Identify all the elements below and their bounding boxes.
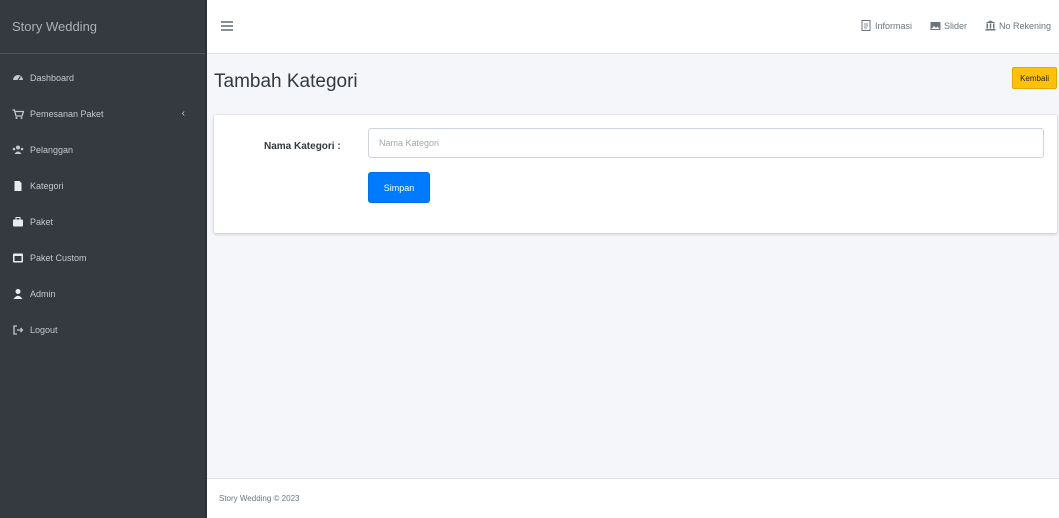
page-title: Tambah Kategori	[214, 71, 358, 92]
form-card: Nama Kategori : Simpan	[214, 115, 1057, 233]
nav-link-informasi[interactable]: Informasi	[861, 20, 912, 31]
sidebar-item-label: Admin	[30, 289, 56, 299]
sidebar-item-kategori[interactable]: Kategori	[0, 172, 205, 200]
chevron-left-icon: ‹	[181, 108, 185, 119]
hamburger-menu-icon[interactable]	[221, 21, 233, 31]
back-button[interactable]: Kembali	[1012, 67, 1057, 89]
bank-icon	[985, 20, 996, 31]
navbar-links: Informasi Slider No Rekening	[861, 20, 1051, 31]
file-icon	[12, 180, 24, 192]
user-icon	[12, 288, 24, 300]
image-icon	[930, 20, 941, 31]
sidebar-item-label: Kategori	[30, 181, 64, 191]
tachometer-icon	[12, 72, 24, 84]
sidebar-item-label: Paket	[30, 217, 54, 227]
sign-out-icon	[12, 324, 24, 336]
sidebar-item-dashboard[interactable]: Dashboard	[0, 64, 205, 92]
sidebar-menu: Dashboard Pemesanan Paket ‹ Pelanggan Ka…	[0, 54, 205, 344]
brand-title: Story Wedding	[12, 19, 98, 34]
nav-link-label: No Rekening	[998, 20, 1051, 31]
sidebar-item-pelanggan[interactable]: Pelanggan	[0, 136, 205, 164]
sidebar-item-pemesanan-paket[interactable]: Pemesanan Paket ‹	[0, 100, 205, 128]
content-header: Tambah Kategori Kembali	[207, 54, 1059, 108]
footer-text: Story Wedding © 2023	[219, 494, 300, 503]
sidebar-item-admin[interactable]: Admin	[0, 280, 205, 308]
nav-link-slider[interactable]: Slider	[930, 20, 967, 31]
sidebar-item-label: Dashboard	[30, 73, 75, 83]
sidebar-item-label: Logout	[30, 325, 58, 335]
nav-link-no-rekening[interactable]: No Rekening	[985, 20, 1051, 31]
sidebar-item-paket[interactable]: Paket	[0, 208, 205, 236]
brand-logo[interactable]: Story Wedding	[0, 0, 205, 54]
nama-kategori-input[interactable]	[368, 128, 1044, 158]
nav-link-label: Slider	[943, 20, 967, 31]
sidebar-item-label: Paket Custom	[30, 253, 87, 263]
sidebar-item-paket-custom[interactable]: Paket Custom	[0, 244, 205, 272]
briefcase-icon	[12, 216, 24, 228]
document-icon	[861, 20, 872, 31]
sidebar-item-label: Pemesanan Paket	[30, 109, 104, 119]
cart-icon	[12, 108, 24, 120]
sidebar-item-label: Pelanggan	[30, 145, 74, 155]
top-navbar: Informasi Slider No Rekening	[207, 0, 1059, 54]
users-icon	[12, 144, 24, 156]
nav-link-label: Informasi	[874, 20, 912, 31]
sidebar-item-logout[interactable]: Logout	[0, 316, 205, 344]
sidebar: Story Wedding Dashboard Pemesanan Paket …	[0, 0, 207, 518]
footer: Story Wedding © 2023	[207, 478, 1059, 518]
save-button[interactable]: Simpan	[368, 172, 430, 203]
nama-kategori-label: Nama Kategori :	[264, 141, 341, 152]
window-icon	[12, 252, 24, 264]
